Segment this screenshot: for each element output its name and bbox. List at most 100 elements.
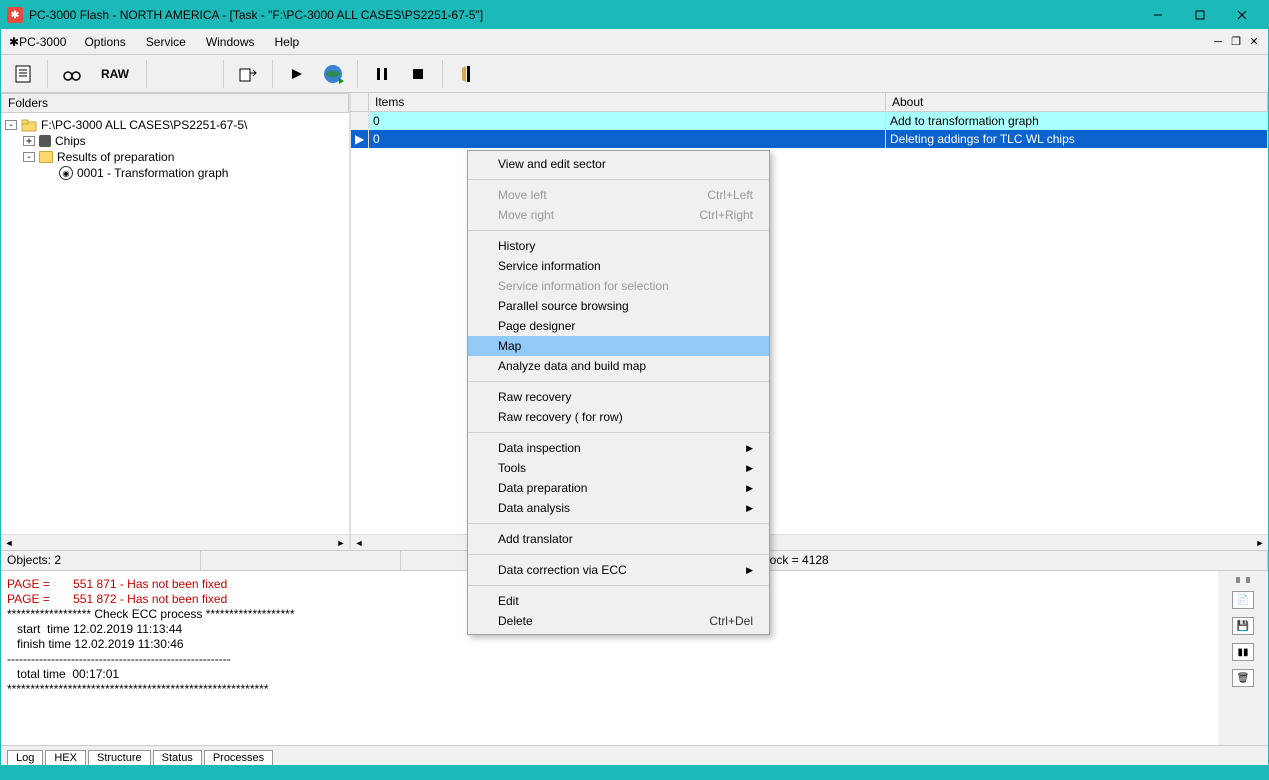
window-title: PC-3000 Flash - NORTH AMERICA - [Task - …	[29, 8, 1138, 22]
table-row-selected[interactable]: ▶ 0 Deleting addings for TLC WL chips	[351, 130, 1268, 148]
cm-history[interactable]: History	[468, 236, 769, 256]
close-button[interactable]	[1222, 4, 1262, 26]
log-clear-button[interactable]: 🗑	[1232, 669, 1254, 687]
cell-item: 0	[369, 112, 886, 130]
tab-log[interactable]: Log	[7, 750, 43, 765]
status-cell-2	[201, 551, 401, 570]
cm-edit[interactable]: Edit	[468, 591, 769, 611]
folder-open-icon	[21, 118, 37, 132]
cm-service-info-selection: Service information for selection	[468, 276, 769, 296]
toolbar-binoculars-icon[interactable]	[56, 58, 88, 90]
tree-graph[interactable]: ◉ 0001 - Transformation graph	[5, 165, 345, 181]
chip-icon	[39, 135, 51, 147]
toolbar: RAW	[1, 55, 1268, 93]
status-objects: Objects: 2	[1, 551, 201, 570]
toolbar-raw-button[interactable]: RAW	[92, 58, 138, 90]
cm-page-designer[interactable]: Page designer	[468, 316, 769, 336]
cm-data-inspection[interactable]: Data inspection▶	[468, 438, 769, 458]
cell-about: Add to transformation graph	[886, 112, 1268, 130]
cm-raw-recovery-row[interactable]: Raw recovery ( for row)	[468, 407, 769, 427]
graph-icon: ◉	[59, 166, 73, 180]
cm-data-correction-ecc[interactable]: Data correction via ECC▶	[468, 560, 769, 580]
context-menu: View and edit sector Move leftCtrl+Left …	[467, 150, 770, 635]
cm-move-left: Move leftCtrl+Left	[468, 185, 769, 205]
cm-raw-recovery[interactable]: Raw recovery	[468, 387, 769, 407]
cell-about: Deleting addings for TLC WL chips	[886, 130, 1268, 148]
log-open-button[interactable]: 📄	[1232, 591, 1254, 609]
child-minimize-button[interactable]: ─	[1210, 34, 1226, 50]
folder-tree[interactable]: - F:\PC-3000 ALL CASES\PS2251-67-5\ + Ch…	[1, 113, 349, 534]
cm-service-info[interactable]: Service information	[468, 256, 769, 276]
menu-windows[interactable]: Windows	[196, 31, 265, 53]
cm-analyze-build-map[interactable]: Analyze data and build map	[468, 356, 769, 376]
minimize-button[interactable]	[1138, 4, 1178, 26]
cm-add-translator[interactable]: Add translator	[468, 529, 769, 549]
cm-delete[interactable]: DeleteCtrl+Del	[468, 611, 769, 631]
row-marker: ▶	[351, 130, 369, 148]
footer-bar	[1, 765, 1268, 779]
table-col-about[interactable]: About	[886, 93, 1268, 111]
log-save-button[interactable]: 💾	[1232, 617, 1254, 635]
toolbar-export-icon[interactable]	[232, 58, 264, 90]
cm-view-edit-sector[interactable]: View and edit sector	[468, 154, 769, 174]
menu-service[interactable]: Service	[136, 31, 196, 53]
row-marker	[351, 112, 369, 130]
tree-root[interactable]: - F:\PC-3000 ALL CASES\PS2251-67-5\	[5, 117, 345, 133]
scroll-left-icon[interactable]: ◄	[351, 535, 367, 551]
cm-map[interactable]: Map	[468, 336, 769, 356]
cm-data-analysis[interactable]: Data analysis▶	[468, 498, 769, 518]
tree-graph-label: 0001 - Transformation graph	[77, 166, 228, 180]
expander-icon[interactable]: -	[5, 120, 17, 130]
cm-tools[interactable]: Tools▶	[468, 458, 769, 478]
menu-app[interactable]: ✱ PC-3000	[1, 31, 74, 53]
window-controls	[1138, 4, 1262, 26]
cell-item: 0	[369, 130, 886, 148]
app-icon-small: ✱	[9, 35, 19, 49]
toolbar-script-icon[interactable]	[7, 58, 39, 90]
log-pause-button[interactable]: ▮▮	[1232, 643, 1254, 661]
chevron-right-icon: ▶	[746, 483, 753, 494]
table-col-items[interactable]: Items	[369, 93, 886, 111]
scroll-left-icon[interactable]: ◄	[1, 535, 17, 551]
chevron-right-icon: ▶	[746, 443, 753, 454]
maximize-button[interactable]	[1180, 4, 1220, 26]
tab-hex[interactable]: HEX	[45, 750, 86, 765]
cm-move-right: Move rightCtrl+Right	[468, 205, 769, 225]
toolbar-exit-icon[interactable]	[451, 58, 483, 90]
tree-results[interactable]: - Results of preparation	[5, 149, 345, 165]
toolbar-stop-icon[interactable]	[402, 58, 434, 90]
expander-icon[interactable]: -	[23, 152, 35, 162]
menu-help[interactable]: Help	[265, 31, 310, 53]
folders-panel: Folders - F:\PC-3000 ALL CASES\PS2251-67…	[1, 93, 351, 550]
cm-parallel-browsing[interactable]: Parallel source browsing	[468, 296, 769, 316]
table-header: Items About	[351, 93, 1268, 112]
expander-icon[interactable]: +	[23, 136, 35, 146]
tree-chips[interactable]: + Chips	[5, 133, 345, 149]
tab-status[interactable]: Status	[153, 750, 202, 765]
table-col-marker[interactable]	[351, 93, 369, 111]
tree-results-label: Results of preparation	[57, 150, 174, 164]
toolbar-pause-icon[interactable]	[366, 58, 398, 90]
menubar: ✱ PC-3000 Options Service Windows Help ─…	[1, 29, 1268, 55]
cm-data-preparation[interactable]: Data preparation▶	[468, 478, 769, 498]
tree-root-label: F:\PC-3000 ALL CASES\PS2251-67-5\	[41, 118, 247, 132]
chevron-right-icon: ▶	[746, 565, 753, 576]
tab-processes[interactable]: Processes	[204, 750, 273, 765]
scroll-right-icon[interactable]: ►	[1252, 535, 1268, 551]
child-restore-button[interactable]: ❐	[1228, 34, 1244, 50]
tab-structure[interactable]: Structure	[88, 750, 151, 765]
menu-options[interactable]: Options	[74, 31, 135, 53]
chevron-right-icon: ▶	[746, 503, 753, 514]
chevron-right-icon: ▶	[746, 463, 753, 474]
toolbar-globe-icon[interactable]	[317, 58, 349, 90]
horizontal-scrollbar[interactable]: ◄ ►	[1, 534, 349, 550]
child-close-button[interactable]: ✕	[1246, 34, 1262, 50]
table-row[interactable]: 0 Add to transformation graph	[351, 112, 1268, 130]
tree-chips-label: Chips	[55, 134, 86, 148]
toolbar-play-icon[interactable]	[281, 58, 313, 90]
app-window: ✱ PC-3000 Flash - NORTH AMERICA - [Task …	[0, 0, 1269, 780]
folder-icon	[39, 151, 53, 163]
scroll-right-icon[interactable]: ►	[333, 535, 349, 551]
titlebar[interactable]: ✱ PC-3000 Flash - NORTH AMERICA - [Task …	[1, 1, 1268, 29]
log-buttons: 📄 💾 ▮▮ 🗑	[1218, 571, 1268, 745]
